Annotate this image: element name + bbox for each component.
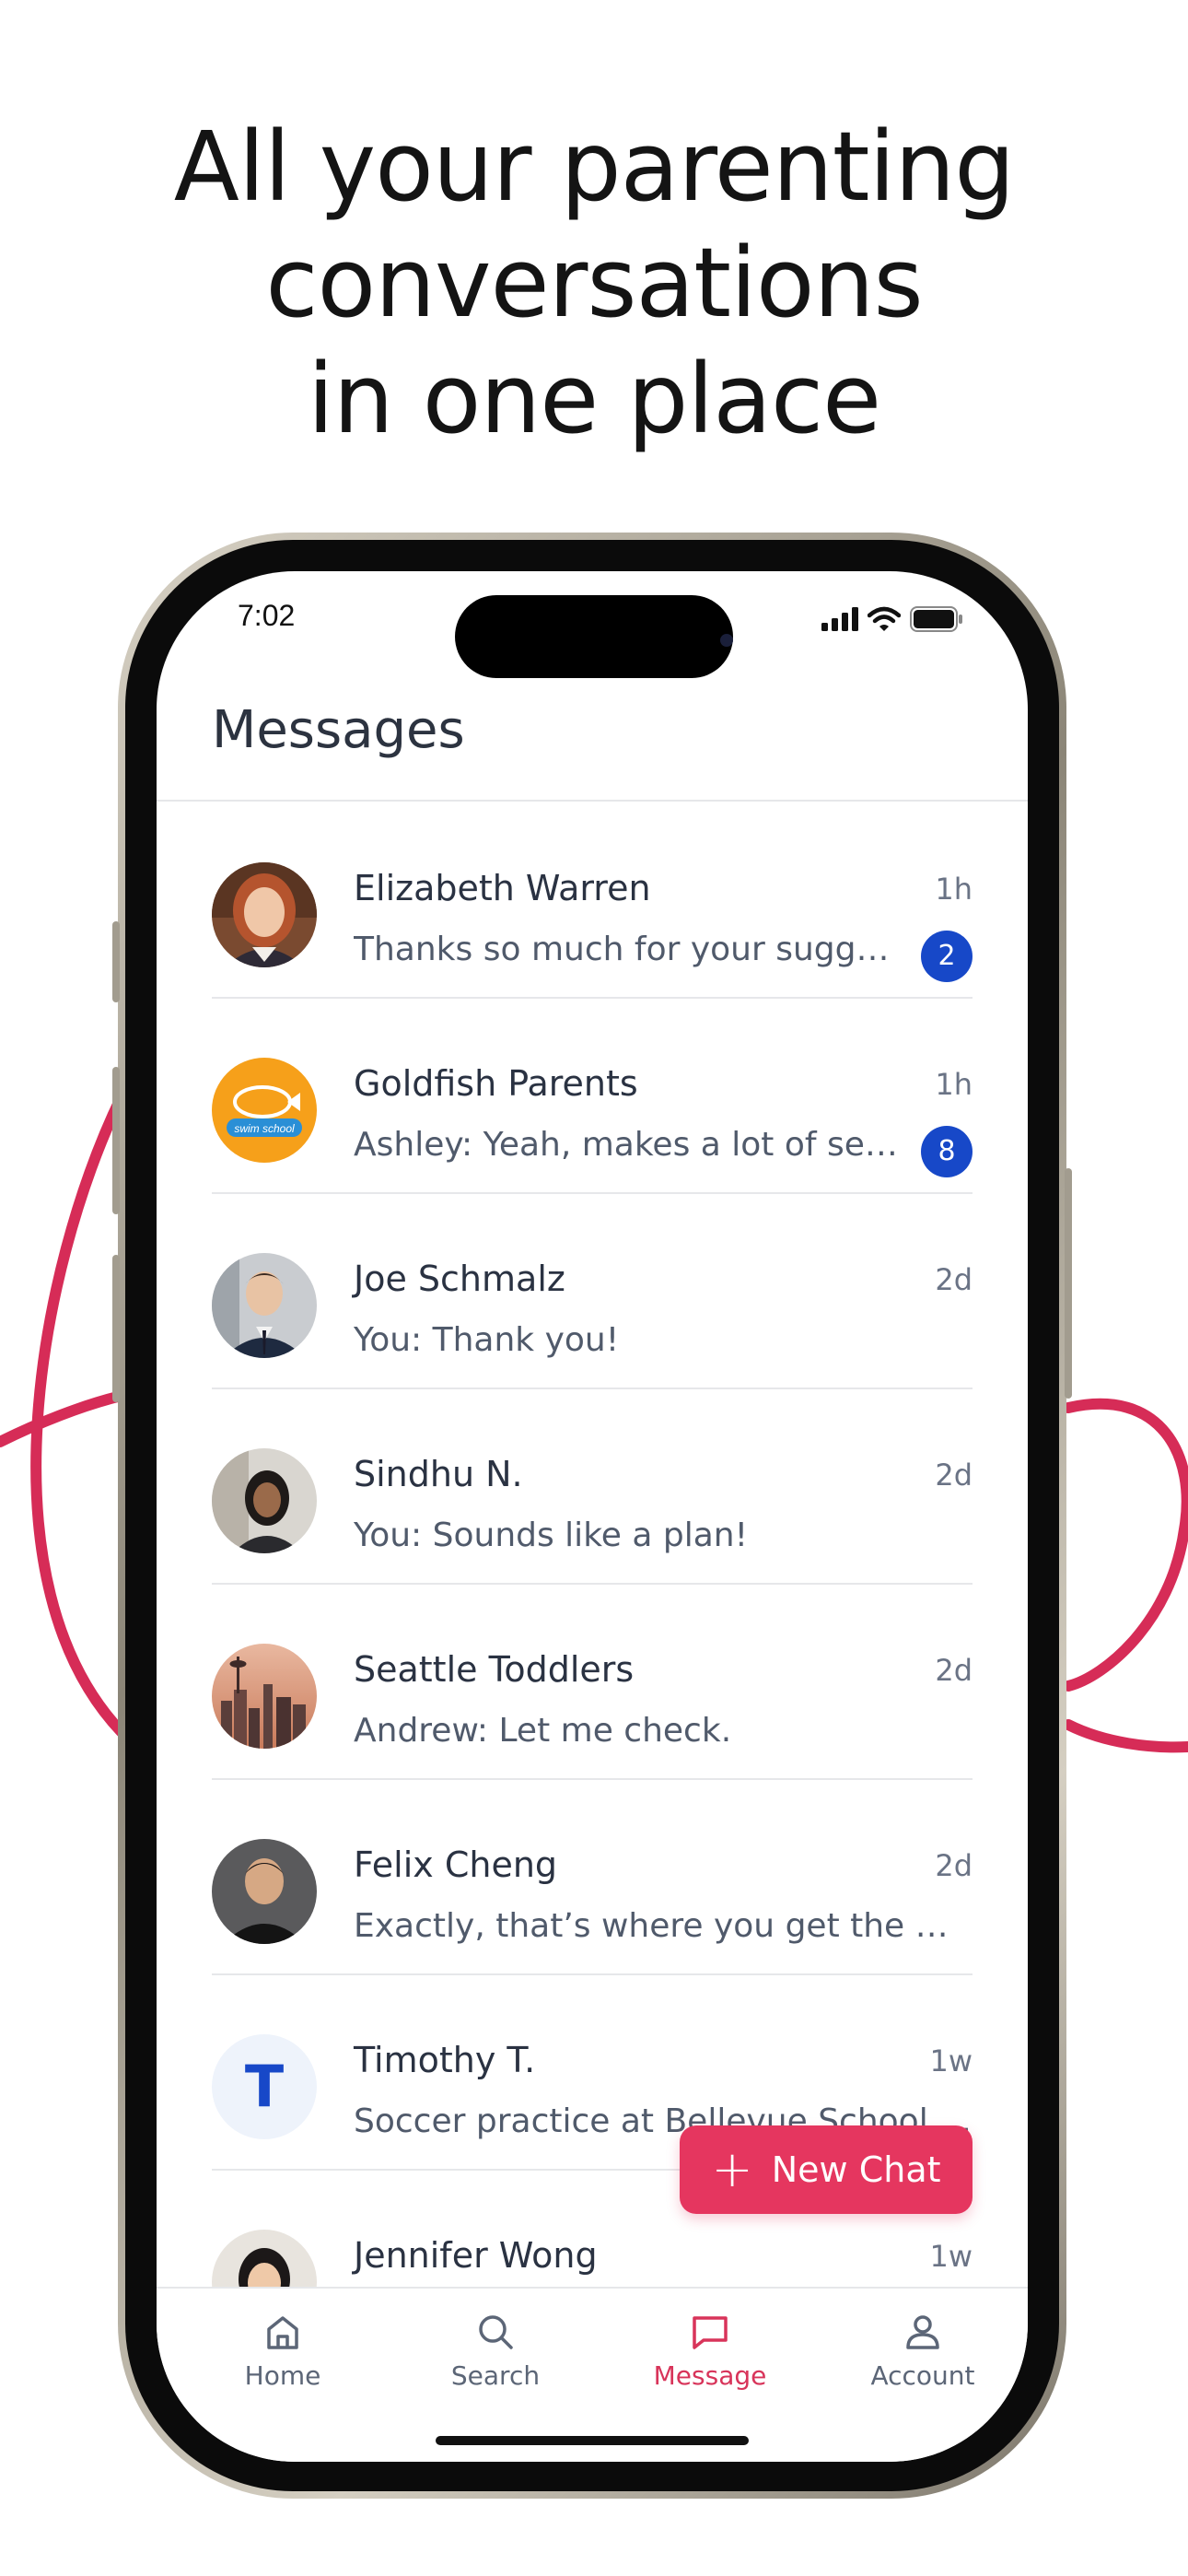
tab-home-label: Home xyxy=(244,2360,321,2391)
tab-search-label: Search xyxy=(450,2360,541,2391)
tab-message-label: Message xyxy=(653,2360,767,2391)
avatar xyxy=(212,1448,317,1553)
conversation-time: 1w xyxy=(929,2043,973,2078)
logo-text: swim school xyxy=(234,1122,295,1135)
new-chat-label: New Chat xyxy=(771,2149,941,2190)
home-icon xyxy=(267,2316,298,2349)
avatar-initial: T xyxy=(244,2053,285,2120)
tab-account-label: Account xyxy=(870,2360,975,2391)
phone-screen: 7:02 Messages Elizabeth Warren 1h Thanks… xyxy=(157,571,1028,2462)
home-indicator[interactable] xyxy=(436,2436,749,2445)
conversation-row[interactable]: Seattle Toddlers 2d Andrew: Let me check… xyxy=(212,1583,973,1778)
avatar-letter: T xyxy=(212,2034,317,2139)
conversation-time: 2d xyxy=(935,1653,973,1688)
conversation-name: Seattle Toddlers xyxy=(354,1649,635,1690)
message-icon xyxy=(693,2316,728,2349)
camera-dot xyxy=(720,634,733,647)
plus-icon: + xyxy=(711,2140,753,2198)
unread-badge: 2 xyxy=(921,931,973,982)
volume-up-button xyxy=(112,1067,120,1214)
wifi-icon xyxy=(868,606,901,631)
tab-account[interactable]: Account xyxy=(831,2311,1015,2391)
conversation-preview: Andrew: Let me check. xyxy=(354,1712,732,1750)
conversation-row[interactable]: Sindhu N. 2d You: Sounds like a plan! xyxy=(212,1388,973,1583)
new-chat-button[interactable]: + New Chat xyxy=(680,2125,973,2214)
conversation-name: Elizabeth Warren xyxy=(354,868,651,908)
conversation-preview: Ashley: Yeah, makes a lot of sense... xyxy=(354,1126,906,1164)
conversation-row[interactable]: Felix Cheng 2d Exactly, that’s where you… xyxy=(212,1778,973,1973)
tab-message[interactable]: Message xyxy=(618,2311,802,2391)
conversation-time: 2d xyxy=(935,1848,973,1883)
avatar xyxy=(212,1253,317,1358)
page-title: Messages xyxy=(212,700,465,760)
conversation-name: Goldfish Parents xyxy=(354,1063,638,1104)
tab-search[interactable]: Search xyxy=(403,2311,588,2391)
unread-badge: 8 xyxy=(921,1126,973,1177)
conversation-name: Felix Cheng xyxy=(354,1844,558,1885)
conversation-preview: You: Thank you! xyxy=(354,1321,620,1359)
conversation-time: 1h xyxy=(935,872,973,907)
conversation-row[interactable]: swim school Goldfish Parents 1h Ashley: … xyxy=(212,997,973,1192)
conversation-time: 1w xyxy=(929,2239,973,2274)
status-time: 7:02 xyxy=(238,599,296,632)
dynamic-island xyxy=(455,595,733,678)
tab-home[interactable]: Home xyxy=(191,2311,375,2391)
avatar xyxy=(212,1839,317,1944)
conversation-preview: You: Sounds like a plan! xyxy=(354,1516,749,1554)
conversation-time: 2d xyxy=(935,1458,973,1493)
conversation-name: Timothy T. xyxy=(354,2040,536,2080)
avatar: swim school xyxy=(212,1058,317,1163)
conversation-preview: Thanks so much for your suggesti... xyxy=(354,931,906,968)
conversation-time: 2d xyxy=(935,1262,973,1297)
conversation-name: Sindhu N. xyxy=(354,1454,523,1494)
conversation-time: 1h xyxy=(935,1067,973,1102)
battery-icon xyxy=(910,606,962,632)
action-button xyxy=(112,921,120,1002)
avatar xyxy=(212,1644,317,1749)
status-icons xyxy=(821,606,963,632)
conversation-row[interactable]: Elizabeth Warren 1h Thanks so much for y… xyxy=(212,802,973,997)
conversation-preview: Exactly, that’s where you get the most..… xyxy=(354,1907,973,1945)
account-icon xyxy=(906,2315,939,2349)
volume-down-button xyxy=(112,1255,120,1402)
side-button xyxy=(1065,1168,1072,1399)
conversation-name: Joe Schmalz xyxy=(354,1259,565,1299)
cellular-signal-icon xyxy=(821,607,858,631)
conversation-row[interactable]: Joe Schmalz 2d You: Thank you! xyxy=(212,1192,973,1388)
conversation-name: Jennifer Wong xyxy=(354,2235,598,2276)
avatar xyxy=(212,862,317,967)
search-icon xyxy=(479,2315,513,2349)
